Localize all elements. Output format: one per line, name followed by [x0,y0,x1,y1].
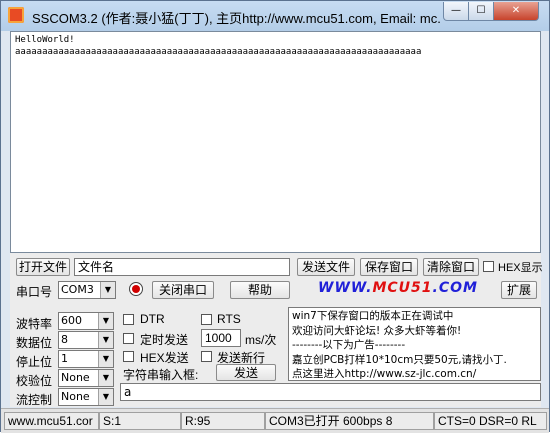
rts-label: RTS [217,312,241,326]
flow-label: 流控制 [16,393,53,407]
databits-select[interactable]: 8 ▼ [58,331,114,349]
chevron-down-icon: ▼ [98,351,113,367]
stopbits-value: 1 [61,352,68,365]
ad-line: win7下保存窗口的版本正在调试中 [292,310,454,322]
ad-box[interactable]: win7下保存窗口的版本正在调试中 欢迎访问大虾论坛! 众多大虾等着你! ---… [288,307,541,381]
ad-line: 嘉立创PCB打样10*10cm只要50元,请找小丁. [292,353,507,366]
parity-label: 校验位 [16,374,53,388]
string-input-label: 字符串输入框: [123,368,199,382]
save-window-button[interactable]: 保存窗口 [360,258,418,276]
url-part-red: MCU51 [372,280,433,296]
baud-select[interactable]: 600 ▼ [58,312,114,330]
url-part: .COM [432,280,478,296]
receive-area[interactable]: HelloWorld! aaaaaaaaaaaaaaaaaaaaaaaaaaaa… [10,31,541,253]
ad-line: 点这里进入http://www.sz-jlc.com.cn/ [292,368,477,380]
chevron-down-icon: ▼ [98,389,113,405]
stopbits-label: 停止位 [16,355,53,369]
file-name-field[interactable]: 文件名 [74,258,290,276]
chevron-down-icon: ▼ [100,282,115,298]
expand-button[interactable]: 扩展 [501,281,537,299]
baud-value: 600 [61,314,82,327]
interval-unit: ms/次 [245,333,277,347]
website-logo[interactable]: WWW.MCU51.COM [318,280,478,296]
receive-line: HelloWorld! [15,35,75,45]
baud-label: 波特率 [16,317,53,331]
parity-value: None [61,371,90,384]
flow-select[interactable]: None ▼ [58,388,114,406]
maximize-button[interactable]: ☐ [468,2,494,21]
dtr-label: DTR [140,312,165,326]
receive-line: aaaaaaaaaaaaaaaaaaaaaaaaaaaaaaaaaaaaaaaa… [15,47,422,57]
send-button[interactable]: 发送 [216,364,276,381]
hex-display-checkbox[interactable] [483,261,494,272]
ad-line: 欢迎访问大虾论坛! 众多大虾等着你! [292,324,462,337]
ad-line: --------以下为广告-------- [292,339,406,351]
status-received-count: R:95 [181,412,265,430]
close-button[interactable]: ✕ [493,2,539,21]
port-status-indicator-icon [129,282,143,296]
app-window: SSCOM3.2 (作者:聂小猛(丁丁), 主页http://www.mcu51… [0,0,550,433]
parity-select[interactable]: None ▼ [58,369,114,387]
chevron-down-icon: ▼ [98,313,113,329]
title-bar[interactable]: SSCOM3.2 (作者:聂小猛(丁丁), 主页http://www.mcu51… [1,1,549,31]
port-label: 串口号 [16,285,53,299]
minimize-button[interactable]: — [443,2,469,21]
window-title: SSCOM3.2 (作者:聂小猛(丁丁), 主页http://www.mcu51… [32,11,442,26]
clear-window-button[interactable]: 清除窗口 [423,258,479,276]
status-bar: www.mcu51.cor S:1 R:95 COM3已打开 600bps 8 … [1,408,549,433]
app-icon [8,7,24,23]
status-website[interactable]: www.mcu51.cor [4,412,99,430]
help-button[interactable]: 帮助 [230,281,290,299]
send-text-input[interactable]: a [120,383,541,401]
interval-input[interactable]: 1000 [201,329,241,347]
stopbits-select[interactable]: 1 ▼ [58,350,114,368]
timed-send-label: 定时发送 [140,333,189,347]
send-file-button[interactable]: 发送文件 [297,258,355,276]
status-port: COM3已打开 600bps 8 [265,412,434,430]
hex-display-label: HEX显示 [498,262,543,274]
rts-checkbox[interactable] [201,314,212,325]
port-select[interactable]: COM3 ▼ [58,281,116,299]
open-file-button[interactable]: 打开文件 [16,258,70,276]
dtr-checkbox[interactable] [123,314,134,325]
port-value: COM3 [61,283,94,296]
timed-send-checkbox[interactable] [123,333,134,344]
hex-send-checkbox[interactable] [123,351,134,362]
chevron-down-icon: ▼ [98,370,113,386]
chevron-down-icon: ▼ [98,332,113,348]
status-signals: CTS=0 DSR=0 RL [434,412,547,430]
databits-label: 数据位 [16,336,53,350]
flow-value: None [61,390,90,403]
status-sent-count: S:1 [99,412,181,430]
url-part: WWW. [318,280,373,296]
send-newline-checkbox[interactable] [201,351,212,362]
databits-value: 8 [61,333,68,346]
close-port-button[interactable]: 关闭串口 [152,281,214,299]
control-panel: 打开文件 文件名 发送文件 保存窗口 清除窗口 HEX显示 串口号 COM3 ▼… [10,253,543,407]
hex-send-label: HEX发送 [140,351,189,365]
